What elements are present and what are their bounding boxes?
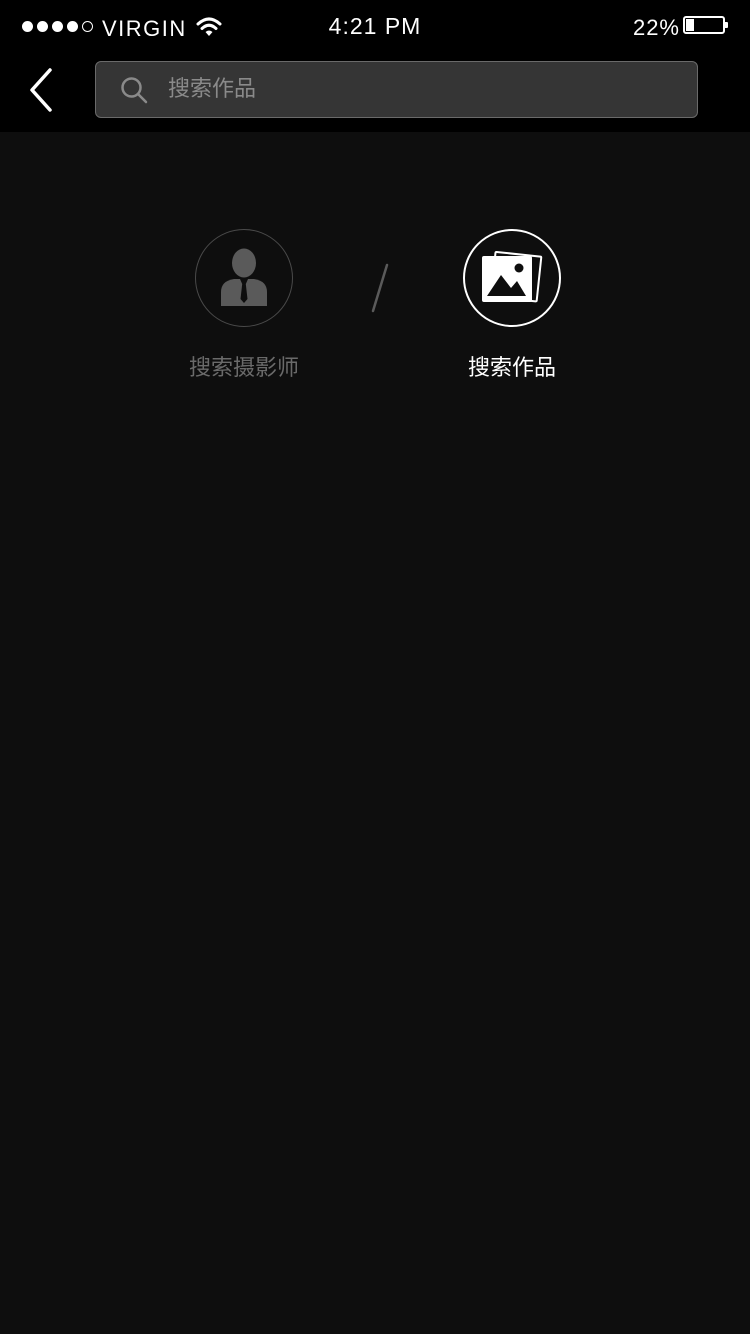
chevron-left-icon[interactable] bbox=[24, 64, 64, 116]
search-input[interactable] bbox=[168, 62, 678, 116]
search-photographer-circle[interactable] bbox=[195, 229, 293, 327]
battery-level-fill bbox=[686, 19, 695, 31]
search-icon bbox=[121, 77, 148, 104]
search-works-option[interactable]: 搜索作品 bbox=[422, 229, 602, 382]
divider-slash bbox=[371, 263, 389, 313]
battery-percentage: 22% bbox=[632, 15, 680, 40]
search-works-label: 搜索作品 bbox=[467, 356, 556, 381]
navigation-bar bbox=[0, 54, 750, 132]
search-photographer-label: 搜索摄影师 bbox=[188, 356, 299, 381]
battery-tip bbox=[725, 22, 728, 28]
status-bar: VIRGIN 4:21 PM 22% bbox=[0, 0, 750, 54]
search-bar[interactable] bbox=[95, 61, 698, 118]
screen: VIRGIN 4:21 PM 22% 搜索作品 搜索摄影师 搜索作品 bbox=[0, 0, 750, 1334]
battery-icon bbox=[683, 16, 728, 34]
search-photographer-option[interactable]: 搜索摄影师 bbox=[154, 229, 334, 382]
photos-icon bbox=[482, 250, 543, 303]
person-suit-icon bbox=[221, 248, 267, 306]
search-works-circle[interactable] bbox=[463, 229, 561, 327]
